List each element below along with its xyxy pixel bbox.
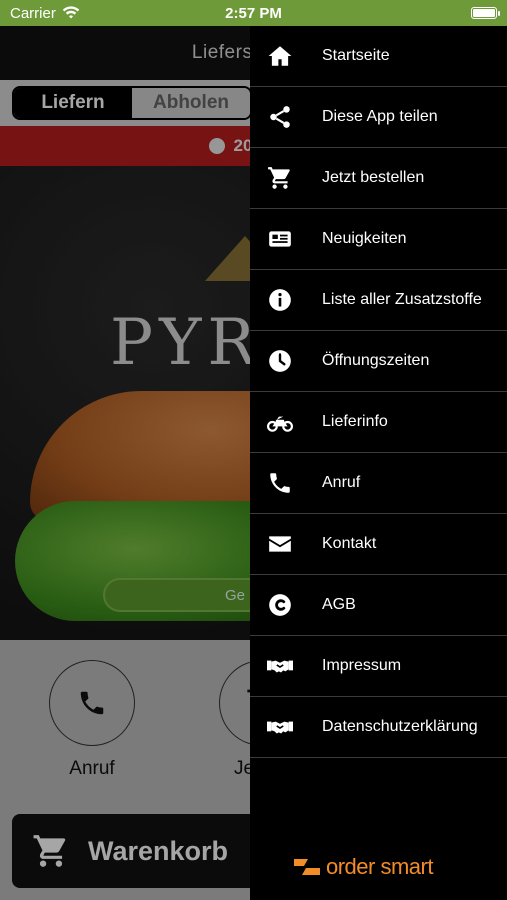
menu-item-label: Jetzt bestellen [322, 169, 425, 186]
menu-item-label: Anruf [322, 474, 361, 491]
clock-icon [264, 345, 296, 377]
menu-item-share-app[interactable]: Diese App teilen [250, 87, 507, 148]
newspaper-icon [264, 223, 296, 255]
menu-item-label: Liste aller Zusatzstoffe [322, 291, 482, 308]
menu-item-privacy[interactable]: Datenschutzerklärung [250, 697, 507, 758]
menu-item-call[interactable]: Anruf [250, 453, 507, 514]
menu-item-opening-hours[interactable]: Öffnungszeiten [250, 331, 507, 392]
menu-item-label: Datenschutzerklärung [322, 718, 478, 735]
menu-item-additives[interactable]: Liste aller Zusatzstoffe [250, 270, 507, 331]
info-icon [264, 284, 296, 316]
cart-icon [264, 162, 296, 194]
order-smart-text: order smart [326, 854, 433, 879]
menu-item-label: AGB [322, 596, 356, 613]
menu-item-terms[interactable]: AGB [250, 575, 507, 636]
menu-item-label: Kontakt [322, 535, 377, 552]
menu-item-delivery-info[interactable]: Lieferinfo [250, 392, 507, 453]
share-icon [264, 101, 296, 133]
menu-item-label: Startseite [322, 47, 390, 64]
home-icon [264, 40, 296, 72]
status-bar: Carrier 2:57 PM [0, 0, 507, 26]
motorcycle-icon [264, 406, 296, 438]
menu-item-label: Neuigkeiten [322, 230, 407, 247]
side-drawer: Startseite Diese App teilen Jetzt bestel… [250, 26, 507, 900]
menu-item-order-now[interactable]: Jetzt bestellen [250, 148, 507, 209]
menu-item-label: Diese App teilen [322, 108, 438, 125]
status-time: 2:57 PM [225, 4, 282, 22]
carrier-label: Carrier [10, 4, 56, 22]
menu-item-label: Lieferinfo [322, 413, 388, 430]
envelope-icon [264, 528, 296, 560]
status-left: Carrier [10, 5, 80, 22]
menu-item-imprint[interactable]: Impressum [250, 636, 507, 697]
menu-item-label: Öffnungszeiten [322, 352, 430, 369]
menu-item-label: Impressum [322, 657, 402, 674]
copyright-icon [264, 589, 296, 621]
menu-item-startseite[interactable]: Startseite [250, 26, 507, 87]
handshake-icon [264, 650, 296, 682]
menu-item-news[interactable]: Neuigkeiten [250, 209, 507, 270]
menu-item-contact[interactable]: Kontakt [250, 514, 507, 575]
order-smart-brand: order smart [294, 854, 433, 880]
phone-icon [264, 467, 296, 499]
wifi-icon [62, 6, 80, 19]
order-smart-logo-icon [294, 859, 320, 875]
handshake-icon [264, 711, 296, 743]
battery-icon [471, 7, 500, 19]
